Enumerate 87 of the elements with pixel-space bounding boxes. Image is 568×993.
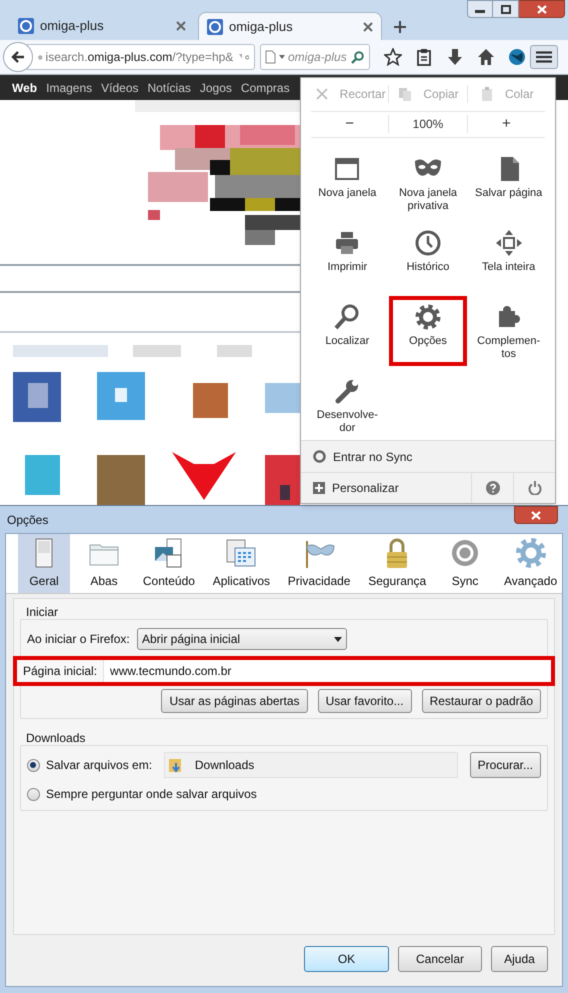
sync-icon — [313, 450, 326, 464]
clock-icon — [414, 229, 442, 258]
group-label: Iniciar — [26, 604, 60, 619]
menu-item[interactable]: Nova janela — [308, 148, 386, 218]
page-icon — [265, 50, 276, 64]
copy-icon — [397, 86, 414, 102]
cut-icon — [314, 86, 330, 102]
browser-tab[interactable]: omiga-plus — [198, 12, 382, 40]
help-icon[interactable] — [486, 481, 500, 496]
back-button[interactable] — [3, 42, 33, 72]
preferences-tab[interactable]: Privacidade — [282, 534, 356, 593]
search-icon[interactable] — [351, 50, 364, 64]
window-title: Opções — [7, 512, 48, 528]
zoom-out-button[interactable]: − — [311, 113, 388, 136]
power-icon[interactable] — [528, 481, 542, 496]
preferences-tab[interactable]: Sync — [439, 534, 492, 593]
new-tab-icon[interactable] — [394, 21, 406, 33]
radio-label[interactable]: Salvar arquivos em: — [46, 756, 158, 774]
button[interactable]: Restaurar o padrão — [422, 689, 541, 713]
settings-icon — [514, 537, 547, 569]
search-category-link[interactable]: Imagens — [46, 78, 92, 96]
close-button[interactable] — [519, 0, 565, 18]
startup-dropdown[interactable]: Abrir página inicial — [137, 628, 347, 650]
back-arrow-icon — [11, 51, 25, 63]
download-icon[interactable] — [446, 48, 464, 66]
down-arrow-icon — [172, 452, 236, 500]
minimize-icon — [475, 10, 485, 13]
sync-button[interactable]: Entrar no Sync — [301, 440, 555, 472]
browser-tab[interactable]: omiga-plus — [10, 12, 194, 40]
search-category-link[interactable]: Jogos — [200, 78, 232, 96]
star-icon[interactable] — [384, 48, 402, 66]
preferences-tab[interactable]: Aplicativos — [208, 534, 275, 593]
maximize-icon — [500, 4, 510, 14]
search-icon — [333, 303, 362, 332]
menu-item[interactable]: Tela inteira — [470, 222, 548, 292]
button[interactable]: Usar as páginas abertas — [161, 689, 308, 713]
folder-icon — [168, 757, 183, 773]
maximize-button[interactable] — [493, 0, 519, 18]
menu-icon — [536, 51, 552, 63]
menu-item[interactable]: Imprimir — [308, 222, 386, 292]
search-category-link[interactable]: Notícias — [148, 78, 191, 96]
preferences-tab[interactable]: Avançado — [499, 534, 562, 593]
close-icon[interactable] — [363, 22, 373, 32]
minimize-button[interactable] — [467, 0, 493, 18]
group-label: Downloads — [26, 730, 86, 745]
radio-label[interactable]: Sempre perguntar onde salvar arquivos — [46, 785, 257, 803]
preferences-tab[interactable]: Segurança — [363, 534, 432, 593]
close-icon[interactable] — [176, 21, 186, 31]
radio-button[interactable] — [27, 758, 40, 772]
search-category-link[interactable]: Vídeos — [101, 78, 139, 96]
folder-field: Downloads — [164, 752, 458, 778]
calendar-icon — [225, 537, 258, 569]
dropdown-icon[interactable] — [279, 55, 285, 59]
menu-item[interactable]: Localizar — [308, 296, 386, 366]
dialog-button[interactable]: Ajuda — [491, 946, 548, 972]
search-category-link[interactable]: Compras — [240, 78, 290, 96]
homepage-field[interactable]: Página inicial: www.tecmundo.com.br — [13, 656, 555, 686]
clipboard-icon[interactable] — [415, 48, 433, 66]
field-label: Ao iniciar o Firefox: — [27, 631, 131, 648]
settings-icon — [414, 303, 442, 332]
zoom-level[interactable]: 100% — [388, 115, 468, 134]
home-icon[interactable] — [477, 48, 495, 66]
search-field[interactable]: omiga-plus — [260, 44, 370, 70]
plus-icon — [313, 482, 325, 494]
zoom-in-button[interactable]: + — [468, 113, 545, 136]
fullscreen-icon — [494, 229, 523, 258]
menu-item[interactable]: Nova janela privativa — [388, 148, 467, 218]
menu-item[interactable]: Histórico — [388, 222, 467, 292]
button[interactable]: Procurar... — [470, 752, 541, 778]
close-icon — [536, 4, 546, 14]
close-icon — [531, 510, 541, 520]
caret-icon — [334, 636, 342, 642]
address-field[interactable]: isearch.omiga-plus.com/?type=hp& — [27, 44, 255, 70]
preferences-tab[interactable]: Conteúdo — [138, 534, 200, 593]
menu-item[interactable]: Desenvolve- dor — [308, 370, 386, 440]
close-button[interactable] — [514, 506, 558, 524]
radio-button[interactable] — [27, 788, 40, 800]
menu-item[interactable]: Complemen- tos — [470, 296, 548, 366]
dialog-button[interactable]: OK — [304, 946, 389, 972]
preferences-tab[interactable]: Geral — [18, 534, 70, 593]
dialog-button[interactable]: Cancelar — [398, 946, 482, 972]
menu-button[interactable] — [530, 45, 558, 69]
menu-item[interactable]: Opções — [388, 296, 467, 366]
search-category-link[interactable]: Web — [12, 78, 38, 96]
menu-item[interactable]: Salvar página — [470, 148, 548, 218]
preferences-tab[interactable]: Abas — [78, 534, 130, 593]
button[interactable]: Usar favorito... — [318, 689, 412, 713]
